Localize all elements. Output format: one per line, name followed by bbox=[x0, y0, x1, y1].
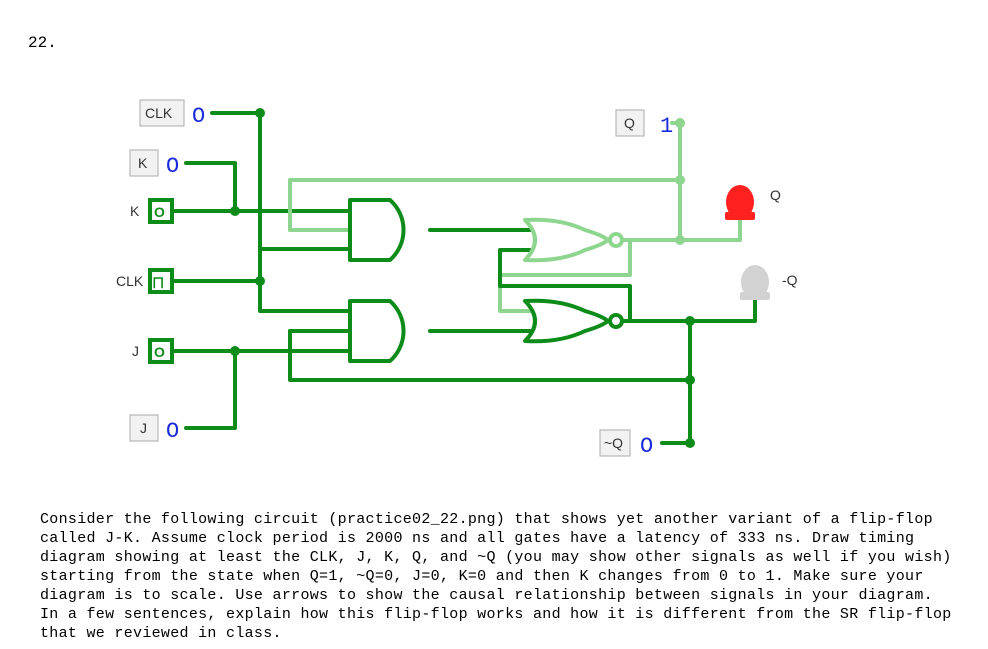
svg-text:O: O bbox=[192, 104, 205, 129]
svg-text:J: J bbox=[132, 343, 139, 359]
notq-led: -Q bbox=[740, 265, 798, 300]
svg-text:~Q: ~Q bbox=[604, 435, 623, 451]
svg-text:O: O bbox=[166, 419, 179, 444]
j-display: J O bbox=[130, 415, 179, 444]
svg-text:CLK: CLK bbox=[145, 105, 173, 121]
q-display: Q 1 bbox=[616, 110, 673, 139]
svg-text:CLK: CLK bbox=[116, 273, 144, 289]
svg-text:1: 1 bbox=[660, 114, 673, 139]
svg-text:O: O bbox=[154, 204, 165, 220]
and-gate-bottom bbox=[350, 301, 404, 361]
nor-gate-top bbox=[525, 220, 622, 261]
notq-display: ~Q O bbox=[600, 430, 653, 459]
question-text: Consider the following circuit (practice… bbox=[40, 510, 960, 643]
svg-text:O: O bbox=[166, 154, 179, 179]
jk-flipflop-circuit: CLK O K O J O Q 1 ~Q O O K bbox=[40, 80, 900, 490]
svg-text:K: K bbox=[130, 203, 140, 219]
svg-text:-Q: -Q bbox=[782, 272, 798, 288]
question-number: 22. bbox=[28, 34, 57, 52]
svg-text:K: K bbox=[138, 155, 148, 171]
j-pin[interactable]: O J bbox=[132, 340, 172, 362]
k-display: K O bbox=[130, 150, 179, 179]
k-pin[interactable]: O K bbox=[130, 200, 172, 222]
svg-text:⨅: ⨅ bbox=[153, 275, 163, 290]
clk-pin[interactable]: ⨅ CLK bbox=[116, 270, 172, 292]
and-gate-top bbox=[350, 200, 404, 260]
svg-text:O: O bbox=[154, 344, 165, 360]
q-led: Q bbox=[725, 185, 781, 220]
svg-text:Q: Q bbox=[770, 187, 781, 203]
nor-gate-bottom bbox=[525, 301, 622, 342]
svg-text:O: O bbox=[640, 434, 653, 459]
svg-text:J: J bbox=[140, 420, 147, 436]
clk-display: CLK O bbox=[140, 100, 205, 129]
svg-text:Q: Q bbox=[624, 115, 635, 131]
